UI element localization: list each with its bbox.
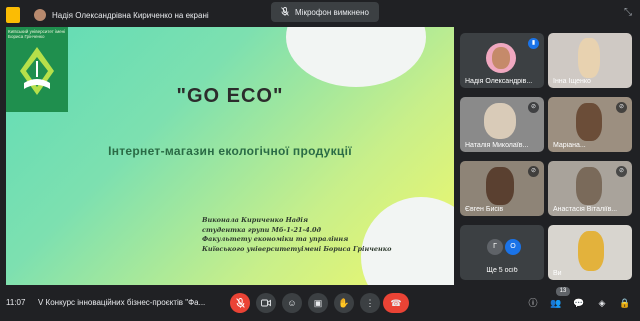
top-bar: Надія Олександрівна Кириченко на екрані … bbox=[0, 0, 640, 30]
participant-count-badge: 13 bbox=[556, 287, 570, 296]
credit-line: Київського університетуімені Бориса Грін… bbox=[202, 244, 392, 253]
video-feed bbox=[484, 103, 516, 139]
meeting-title: V Конкурс інноваційних бізнес-проєктів "… bbox=[38, 298, 206, 307]
participant-name: Ви bbox=[553, 270, 562, 277]
video-feed bbox=[576, 103, 602, 141]
participant-name: Надія Олександрів... bbox=[465, 78, 533, 85]
presentation-icon bbox=[6, 7, 20, 23]
speaking-icon: ▮ bbox=[528, 38, 539, 49]
slide-credits: Виконала Кириченко Надія студентка групи… bbox=[202, 216, 452, 254]
video-feed bbox=[578, 231, 604, 271]
bottom-bar: 11:07 V Конкурс інноваційних бізнес-проє… bbox=[0, 287, 640, 321]
host-controls-icon[interactable]: 🔒 bbox=[619, 297, 631, 309]
more-participants-avatars: Г О bbox=[487, 239, 521, 255]
presenter-label: Надія Олександрівна Кириченко на екрані bbox=[52, 10, 209, 20]
clock: 11:07 bbox=[6, 298, 26, 307]
mic-muted-icon: ⊘ bbox=[616, 166, 627, 177]
credit-line: студентка групи Мб-1-21-4.0д bbox=[202, 225, 322, 234]
logo-text: Київський університет імені Бориса Грінч… bbox=[8, 29, 66, 39]
avatar: Г bbox=[487, 239, 503, 255]
participant-tile[interactable]: ⊘ Анастасія Віталіїв... bbox=[548, 161, 632, 216]
more-participants-label: Ще 5 осіб bbox=[486, 267, 518, 274]
slide-subtitle: Інтернет-магазин екологічної продукції bbox=[108, 144, 352, 158]
mic-muted-icon: ⊘ bbox=[528, 102, 539, 113]
camera-toggle-button[interactable] bbox=[256, 293, 276, 313]
self-tile[interactable]: Ви bbox=[548, 225, 632, 280]
present-screen-button[interactable]: ▣ bbox=[308, 293, 328, 313]
participant-name: Анастасія Віталіїв... bbox=[553, 206, 618, 213]
people-icon[interactable]: 👥 bbox=[550, 297, 562, 309]
exit-fullscreen-icon[interactable]: ⤡ bbox=[624, 8, 634, 18]
leave-call-button[interactable]: ☎ bbox=[383, 293, 409, 313]
credit-line: Виконала Кириченко Надія bbox=[202, 216, 309, 224]
mic-toggle-button[interactable] bbox=[230, 293, 250, 313]
mic-muted-icon: ⊘ bbox=[616, 102, 627, 113]
video-feed bbox=[578, 38, 600, 78]
more-options-button[interactable]: ⋮ bbox=[360, 293, 380, 313]
chat-icon[interactable]: 💬 bbox=[573, 297, 585, 309]
presenter-avatar bbox=[34, 9, 46, 21]
mic-toast-text: Мікрофон вимкнено bbox=[295, 7, 369, 17]
decor-circle bbox=[286, 27, 426, 87]
participant-tile[interactable]: ⊘ Маріана... bbox=[548, 97, 632, 152]
participant-tile[interactable]: ⊘ Євген Бисів bbox=[460, 161, 544, 216]
activities-icon[interactable]: ◈ bbox=[596, 297, 608, 309]
reactions-button[interactable]: ☺ bbox=[282, 293, 302, 313]
participant-name: Євген Бисів bbox=[465, 206, 504, 213]
presenter-chip[interactable]: Надія Олександрівна Кириченко на екрані bbox=[30, 6, 217, 24]
participant-name: Наталія Миколаїв... bbox=[465, 142, 529, 149]
participant-name: Маріана... bbox=[553, 142, 586, 149]
shared-presentation: Київський університет імені Бориса Грінч… bbox=[6, 27, 454, 285]
mic-off-icon bbox=[281, 6, 289, 18]
video-feed bbox=[486, 167, 514, 205]
raise-hand-button[interactable]: ✋ bbox=[334, 293, 354, 313]
participant-tile[interactable]: Інна Іщенко bbox=[548, 33, 632, 88]
more-participants-tile[interactable]: Г О Ще 5 осіб bbox=[460, 225, 544, 280]
avatar-face bbox=[492, 47, 510, 69]
avatar: О bbox=[505, 239, 521, 255]
video-feed bbox=[576, 167, 602, 205]
participant-tile[interactable]: ⊘ Наталія Миколаїв... bbox=[460, 97, 544, 152]
info-icon[interactable]: ⓘ bbox=[527, 297, 539, 309]
mic-muted-icon: ⊘ bbox=[528, 166, 539, 177]
credit-line: Факультету економіки та упраління bbox=[202, 235, 349, 243]
mic-muted-toast: Мікрофон вимкнено bbox=[271, 2, 379, 22]
slide-title: "GO ECO" bbox=[176, 85, 284, 107]
participant-tile[interactable]: ▮ Надія Олександрів... bbox=[460, 33, 544, 88]
participant-name: Інна Іщенко bbox=[553, 78, 591, 85]
